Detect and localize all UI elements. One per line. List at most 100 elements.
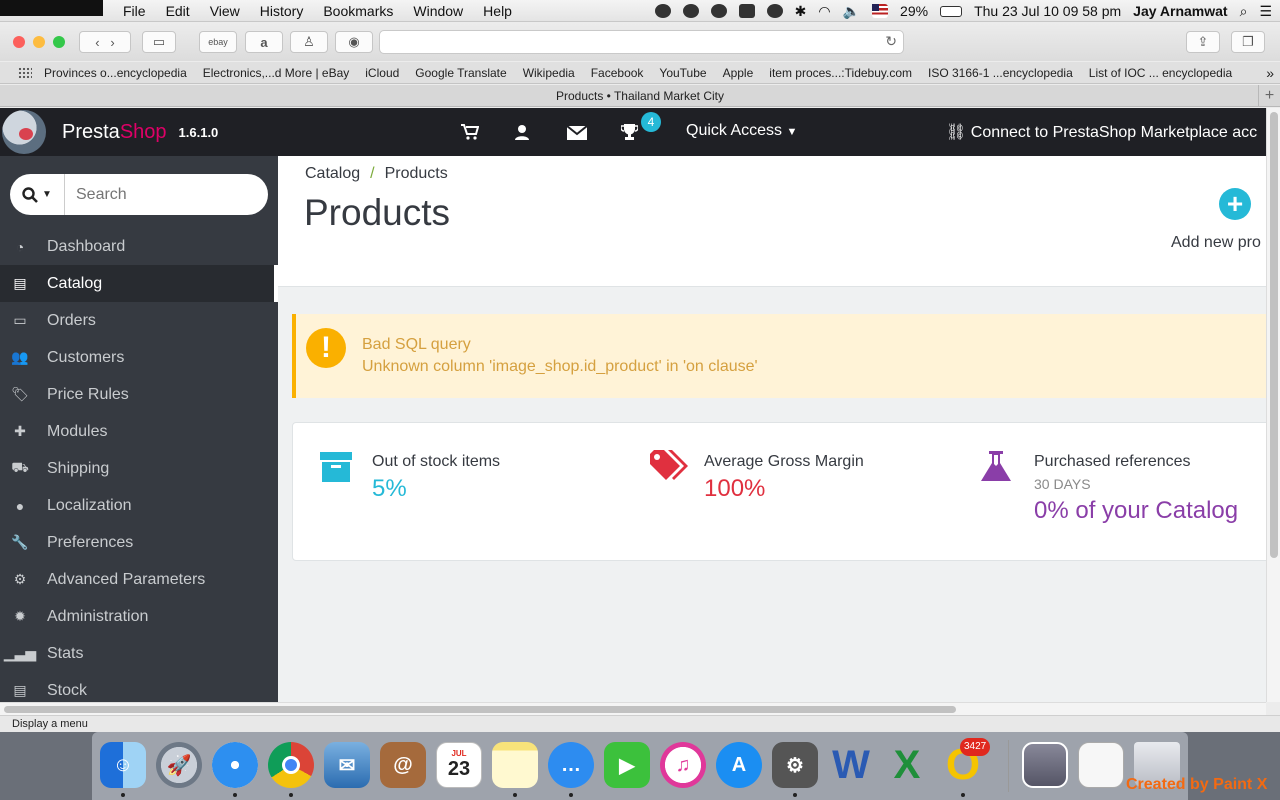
address-bar[interactable]: ↻	[379, 30, 904, 54]
envelope-icon[interactable]	[567, 126, 587, 140]
vertical-scrollbar[interactable]	[1266, 108, 1280, 702]
photo-thumbnail-icon[interactable]	[1022, 742, 1068, 788]
sidebar-item-dashboard[interactable]: ◔ Dashboard	[0, 228, 278, 265]
launchpad-icon[interactable]: 🚀	[156, 742, 202, 788]
bookmark-item[interactable]: YouTube	[659, 66, 706, 80]
document-stack-icon[interactable]	[1078, 742, 1124, 788]
bookmark-item[interactable]: Wikipedia	[523, 66, 575, 80]
volume-icon[interactable]: 🔈	[843, 3, 860, 20]
wifi-icon[interactable]: ◠	[818, 3, 830, 20]
bookmark-item[interactable]: Provinces o...encyclopedia	[44, 66, 187, 80]
sidebar-item-localization[interactable]: ● Localization	[0, 487, 278, 524]
marketplace-connect-link[interactable]: ⛓ Connect to PrestaShop Marketplace acc	[946, 122, 1257, 142]
reload-icon[interactable]: ↻	[885, 33, 897, 50]
quick-access-dropdown[interactable]: Quick Access ▼	[686, 122, 797, 140]
menu-window[interactable]: Window	[403, 3, 473, 19]
facetime-icon[interactable]: ▶	[604, 742, 650, 788]
notification-bell-icon[interactable]	[654, 4, 671, 18]
scrollbar-thumb[interactable]	[1270, 112, 1278, 558]
clock[interactable]: Thu 23 Jul 10 09 58 pm	[974, 3, 1121, 19]
calendar-icon[interactable]: JUL 23	[436, 742, 482, 788]
breadcrumb-catalog[interactable]: Catalog	[305, 165, 360, 182]
spotlight-icon[interactable]: ⌕	[1240, 3, 1248, 20]
app-store-icon[interactable]: A	[716, 742, 762, 788]
close-window-button[interactable]	[13, 36, 25, 48]
cart-icon[interactable]	[461, 124, 479, 140]
airplay-icon[interactable]	[738, 4, 755, 18]
back-forward-buttons[interactable]: ‹ ›	[79, 31, 131, 53]
sidebar-item-preferences[interactable]: 🔧 Preferences	[0, 524, 278, 561]
sidebar-item-administration[interactable]: ✹ Administration	[0, 598, 278, 635]
bookmark-item[interactable]: ISO 3166-1 ...encyclopedia	[928, 66, 1073, 80]
bookmark-item[interactable]: Google Translate	[415, 66, 506, 80]
sidebar-item-orders[interactable]: ▭ Orders	[0, 302, 278, 339]
new-tab-button[interactable]: +	[1258, 85, 1280, 107]
sidebar-item-price-rules[interactable]: 🏷 Price Rules	[0, 376, 278, 413]
ebay-favorite-button[interactable]: ebay	[199, 31, 237, 53]
sidebar-item-modules[interactable]: ✚ Modules	[0, 413, 278, 450]
bookmark-item[interactable]: Facebook	[591, 66, 644, 80]
battery-icon[interactable]	[940, 5, 963, 17]
prestashop-logo[interactable]	[2, 110, 46, 154]
menu-bookmarks[interactable]: Bookmarks	[313, 3, 403, 19]
sidebar-item-shipping[interactable]: ⛟ Shipping	[0, 450, 278, 487]
kpi-purchased-references[interactable]: Purchased references 30 DAYS 0% of your …	[953, 423, 1266, 562]
bluetooth-icon[interactable]: ✱	[795, 3, 807, 20]
system-preferences-icon[interactable]: ⚙	[772, 742, 818, 788]
notes-icon[interactable]	[492, 742, 538, 788]
add-new-product-button[interactable]: + Add new pro	[1171, 188, 1261, 252]
bookmark-item[interactable]: Electronics,...d More | eBay	[203, 66, 350, 80]
menu-view[interactable]: View	[200, 3, 250, 19]
top-sites-icon[interactable]	[18, 66, 32, 79]
excel-icon[interactable]: X	[884, 742, 930, 788]
mail-icon[interactable]: ✉	[324, 742, 370, 788]
sidebar-item-advanced-parameters[interactable]: ⚙ Advanced Parameters	[0, 561, 278, 598]
search-type-dropdown[interactable]: ▼	[10, 174, 65, 215]
finder-icon[interactable]: ☺	[100, 742, 146, 788]
kpi-out-of-stock[interactable]: Out of stock items 5%	[293, 423, 623, 562]
bookmark-item[interactable]: item proces...:Tidebuy.com	[769, 66, 912, 80]
bookmark-item[interactable]: Apple	[723, 66, 754, 80]
favorite-icon-2[interactable]: ◉	[335, 31, 373, 53]
messages-icon[interactable]: …	[548, 742, 594, 788]
more-bookmarks-icon[interactable]: »	[1266, 65, 1274, 81]
sidebar-item-catalog[interactable]: ▤ Catalog	[0, 265, 278, 302]
trophy-icon[interactable]	[621, 124, 638, 140]
sidebar-toggle-icon[interactable]: ▭	[142, 31, 176, 53]
sidebar-item-stats[interactable]: ▁▃▅ Stats	[0, 635, 278, 672]
menu-help[interactable]: Help	[473, 3, 522, 19]
user-name[interactable]: Jay Arnamwat	[1133, 3, 1227, 19]
tab-title[interactable]: Products • Thailand Market City	[556, 89, 724, 103]
safari-icon[interactable]	[212, 742, 258, 788]
contacts-icon[interactable]: @	[380, 742, 426, 788]
tabs-overview-icon[interactable]: ❐	[1231, 31, 1265, 53]
favorite-icon[interactable]: ♙	[290, 31, 328, 53]
amazon-favorite-icon[interactable]: a	[245, 31, 283, 53]
scrollbar-thumb[interactable]	[4, 706, 956, 713]
horizontal-scrollbar[interactable]	[0, 702, 1266, 715]
itunes-icon[interactable]: ♫	[660, 742, 706, 788]
bookmark-item[interactable]: iCloud	[365, 66, 399, 80]
time-machine-icon[interactable]	[766, 4, 783, 18]
menu-edit[interactable]: Edit	[156, 3, 200, 19]
minimize-window-button[interactable]	[33, 36, 45, 48]
word-icon[interactable]: W	[828, 742, 874, 788]
kpi-gross-margin[interactable]: Average Gross Margin 100%	[623, 423, 953, 562]
creative-cloud-icon[interactable]	[682, 4, 699, 18]
sidebar-item-stock[interactable]: ▤ Stock	[0, 672, 278, 702]
notification-center-icon[interactable]: ☰	[1259, 3, 1272, 20]
menu-history[interactable]: History	[250, 3, 314, 19]
sidebar-item-customers[interactable]: 👥 Customers	[0, 339, 278, 376]
battery-percent[interactable]: 29%	[900, 3, 928, 19]
search-input[interactable]	[76, 185, 256, 204]
share-icon[interactable]: ⇪	[1186, 31, 1220, 53]
us-flag-icon[interactable]	[872, 4, 889, 18]
user-icon[interactable]	[514, 124, 530, 140]
menu-file[interactable]: File	[113, 3, 156, 19]
brand-name[interactable]: PrestaShop	[62, 121, 167, 144]
bookmark-item[interactable]: List of IOC ... encyclopedia	[1089, 66, 1232, 80]
chrome-icon[interactable]	[268, 742, 314, 788]
zoom-window-button[interactable]	[53, 36, 65, 48]
evernote-icon[interactable]	[710, 4, 727, 18]
apple-menu-area[interactable]	[0, 0, 103, 16]
